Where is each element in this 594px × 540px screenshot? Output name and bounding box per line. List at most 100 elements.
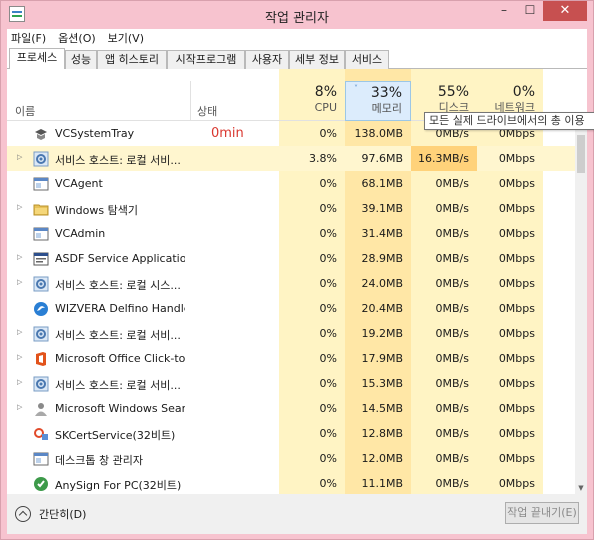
process-row[interactable]: ▷ 서비스 호스트: 로컬 시스... 0% 24.0MB 0MB/s 0Mbps xyxy=(7,271,575,296)
process-row[interactable]: 데스크톱 창 관리자 0% 12.0MB 0MB/s 0Mbps xyxy=(7,446,575,471)
process-row[interactable]: ▷ Microsoft Office Click-to... 0% 17.9MB 0MB… xyxy=(7,346,575,371)
column-memory-header[interactable]: ˅ 33% 메모리 xyxy=(345,81,411,121)
window-app-icon xyxy=(33,226,49,242)
tab-startup[interactable]: 시작프로그램 xyxy=(167,50,245,69)
vertical-scrollbar[interactable]: ▲ ▼ xyxy=(575,121,587,494)
process-disk: 0MB/s xyxy=(435,202,469,215)
close-button[interactable]: ✕ xyxy=(543,1,587,21)
column-status-header[interactable]: 상태 xyxy=(197,103,217,119)
expand-arrow-icon[interactable]: ▷ xyxy=(17,403,22,411)
process-row[interactable]: AnySign For PC(32비트) 0% 11.1MB 0MB/s 0Mbps xyxy=(7,471,575,494)
service-gear-icon xyxy=(33,326,49,342)
cert-icon xyxy=(33,426,49,442)
window-app-icon xyxy=(33,176,49,192)
column-name-header[interactable]: 이름 xyxy=(15,103,35,119)
service-gear-icon xyxy=(33,276,49,292)
expand-arrow-icon[interactable]: ▷ xyxy=(17,353,22,361)
process-network: 0Mbps xyxy=(498,477,535,490)
office-icon xyxy=(33,351,49,367)
tray-app-icon xyxy=(33,126,49,142)
process-memory: 24.0MB xyxy=(361,277,403,290)
process-cpu: 0% xyxy=(319,352,337,365)
process-row[interactable]: VCAdmin 0% 31.4MB 0MB/s 0Mbps xyxy=(7,221,575,246)
process-cpu: 0% xyxy=(319,177,337,190)
window-app-icon xyxy=(33,451,49,467)
tab-details[interactable]: 세부 정보 xyxy=(289,50,345,69)
title-bar[interactable]: 작업 관리자 – ☐ ✕ xyxy=(1,1,593,29)
process-disk: 0MB/s xyxy=(435,302,469,315)
process-name: VCAdmin xyxy=(55,227,106,240)
process-status: 0min xyxy=(211,126,244,141)
column-separator[interactable] xyxy=(190,81,191,121)
process-row[interactable]: ▷ 서비스 호스트: 로컬 서비... 3.8% 97.6MB 16.3MB/s 0Mbp… xyxy=(7,146,575,171)
tab-processes[interactable]: 프로세스 xyxy=(9,48,65,70)
menu-options[interactable]: 옵션(O) xyxy=(58,30,95,46)
process-network: 0Mbps xyxy=(498,202,535,215)
process-network: 0Mbps xyxy=(498,152,535,165)
process-network: 0Mbps xyxy=(498,327,535,340)
maximize-button[interactable]: ☐ xyxy=(517,1,543,21)
column-cpu-header[interactable]: 8% CPU xyxy=(279,81,345,121)
process-network: 0Mbps xyxy=(498,352,535,365)
process-memory: 20.4MB xyxy=(361,302,403,315)
process-disk: 0MB/s xyxy=(435,252,469,265)
network-total-percent: 0% xyxy=(512,84,535,100)
process-name: 데스크톱 창 관리자 xyxy=(55,454,143,467)
process-disk: 0MB/s xyxy=(435,427,469,440)
process-row[interactable]: WIZVERA Delfino Handle... 0% 20.4MB 0MB/s 0M… xyxy=(7,296,575,321)
process-memory: 138.0MB xyxy=(354,127,403,140)
process-cpu: 0% xyxy=(319,277,337,290)
search-user-icon xyxy=(33,401,49,417)
expand-arrow-icon[interactable]: ▷ xyxy=(17,328,22,336)
memory-label: 메모리 xyxy=(371,102,402,115)
window-controls: – ☐ ✕ xyxy=(491,1,587,21)
fewer-details-button[interactable]: 간단히(D) xyxy=(15,504,86,524)
process-cpu: 3.8% xyxy=(309,152,337,165)
tab-users[interactable]: 사용자 xyxy=(245,50,289,69)
delfino-icon xyxy=(33,301,49,317)
process-network: 0Mbps xyxy=(498,252,535,265)
process-row[interactable]: ▷ 서비스 호스트: 로컬 서비... 0% 19.2MB 0MB/s 0Mbps xyxy=(7,321,575,346)
process-cpu: 0% xyxy=(319,202,337,215)
process-network: 0Mbps xyxy=(498,377,535,390)
minimize-button[interactable]: – xyxy=(491,1,517,21)
expand-arrow-icon[interactable]: ▷ xyxy=(17,378,22,386)
fewer-details-label: 간단히(D) xyxy=(39,508,87,521)
process-network: 0Mbps xyxy=(498,177,535,190)
service-gear-icon xyxy=(33,376,49,392)
process-memory: 12.8MB xyxy=(361,427,403,440)
process-network: 0Mbps xyxy=(498,302,535,315)
scroll-down-icon[interactable]: ▼ xyxy=(575,482,587,494)
scroll-thumb[interactable] xyxy=(577,135,585,173)
process-row[interactable]: ▷ ASDF Service Application 0% 28.9MB 0MB/s 0M… xyxy=(7,246,575,271)
expand-arrow-icon[interactable]: ▷ xyxy=(17,203,22,211)
process-disk: 0MB/s xyxy=(435,327,469,340)
process-disk: 0MB/s xyxy=(435,402,469,415)
menu-file[interactable]: 파일(F) xyxy=(11,30,46,46)
end-task-button[interactable]: 작업 끝내기(E) xyxy=(505,502,579,524)
service-gear-icon xyxy=(33,151,49,167)
process-name: Microsoft Office Click-to... xyxy=(55,352,185,365)
process-row[interactable]: ▷ Windows 탐색기 0% 39.1MB 0MB/s 0Mbps xyxy=(7,196,575,221)
process-cpu: 0% xyxy=(319,127,337,140)
process-disk: 0MB/s xyxy=(435,452,469,465)
expand-arrow-icon[interactable]: ▷ xyxy=(17,278,22,286)
expand-arrow-icon[interactable]: ▷ xyxy=(17,253,22,261)
process-row[interactable]: VCAgent 0% 68.1MB 0MB/s 0Mbps xyxy=(7,171,575,196)
process-name: VCSystemTray xyxy=(55,127,135,140)
menu-bar: 파일(F) 옵션(O) 보기(V) xyxy=(7,29,587,47)
process-name: AnySign For PC(32비트) xyxy=(55,479,182,492)
process-row[interactable]: ▷ 서비스 호스트: 로컬 서비... 0% 15.3MB 0MB/s 0Mbps xyxy=(7,371,575,396)
menu-view[interactable]: 보기(V) xyxy=(108,30,144,46)
tab-services[interactable]: 서비스 xyxy=(345,50,389,69)
service-window-icon xyxy=(33,251,49,267)
tab-app-history[interactable]: 앱 히스토리 xyxy=(97,50,167,69)
process-network: 0Mbps xyxy=(498,227,535,240)
expand-arrow-icon[interactable]: ▷ xyxy=(17,153,22,161)
process-row[interactable]: ▷ Microsoft Windows Sear... 0% 14.5MB 0MB/s 0… xyxy=(7,396,575,421)
process-row[interactable]: SKCertService(32비트) 0% 12.8MB 0MB/s 0Mbps xyxy=(7,421,575,446)
process-memory: 15.3MB xyxy=(361,377,403,390)
process-disk: 16.3MB/s xyxy=(418,152,469,165)
tab-performance[interactable]: 성능 xyxy=(65,50,97,69)
process-memory: 17.9MB xyxy=(361,352,403,365)
